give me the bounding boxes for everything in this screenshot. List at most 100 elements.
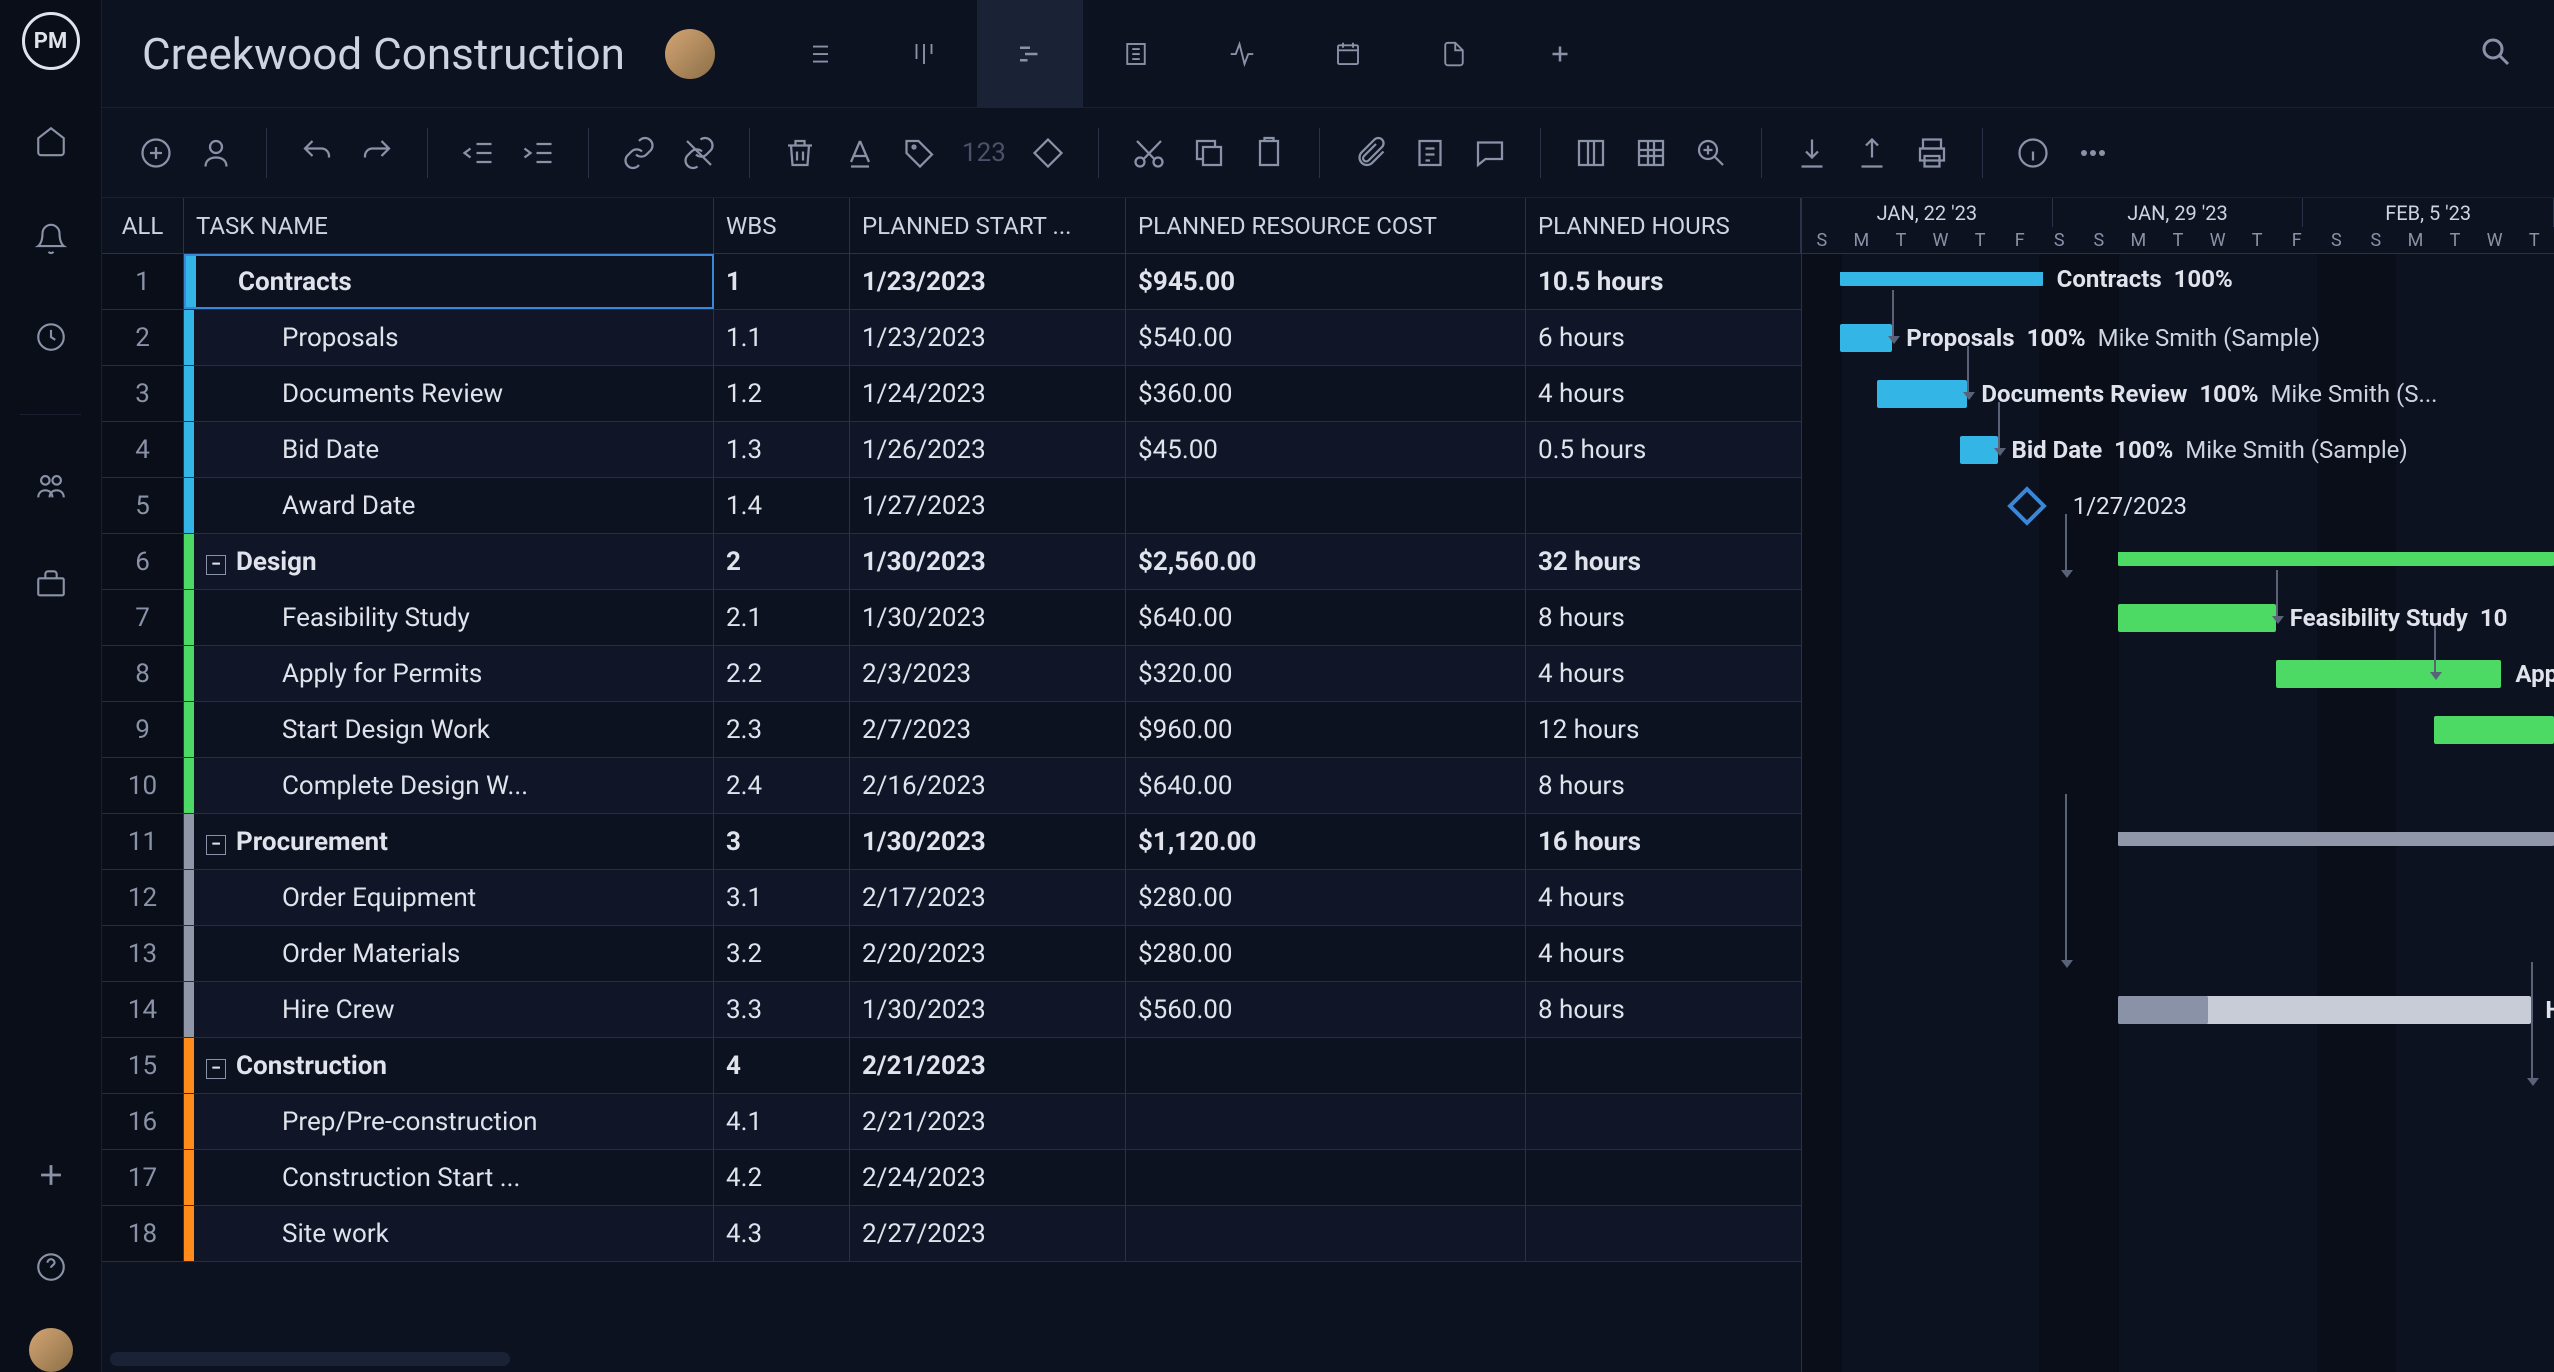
- zoom-icon[interactable]: [1693, 135, 1729, 171]
- col-header-start[interactable]: PLANNED START ...: [850, 198, 1126, 253]
- help-icon[interactable]: [30, 1246, 72, 1288]
- cell-start[interactable]: 1/23/2023: [850, 254, 1126, 309]
- cell-task-name[interactable]: Award Date: [184, 478, 714, 533]
- cell-start[interactable]: 1/26/2023: [850, 422, 1126, 477]
- cell-cost[interactable]: [1126, 1150, 1526, 1205]
- gantt-task-bar[interactable]: Bid Date100%Mike Smith (Sample): [1960, 436, 1998, 464]
- cell-hours[interactable]: 12 hours: [1526, 702, 1801, 757]
- gantt-summary-bar[interactable]: Contracts100%: [1840, 272, 2043, 286]
- cell-wbs[interactable]: 3.1: [714, 870, 850, 925]
- table-row[interactable]: 2Proposals1.11/23/2023$540.006 hours: [102, 310, 1801, 366]
- table-row[interactable]: 6−Design21/30/2023$2,560.0032 hours: [102, 534, 1801, 590]
- cell-hours[interactable]: 6 hours: [1526, 310, 1801, 365]
- view-activity-icon[interactable]: [1189, 0, 1295, 108]
- recent-icon[interactable]: [30, 316, 72, 358]
- cell-task-name[interactable]: Proposals: [184, 310, 714, 365]
- cell-hours[interactable]: [1526, 1038, 1801, 1093]
- table-row[interactable]: 4Bid Date1.31/26/2023$45.000.5 hours: [102, 422, 1801, 478]
- col-header-cost[interactable]: PLANNED RESOURCE COST: [1126, 198, 1526, 253]
- gantt-summary-bar[interactable]: [2118, 552, 2554, 566]
- redo-icon[interactable]: [359, 135, 395, 171]
- app-logo[interactable]: PM: [22, 12, 80, 70]
- gantt-task-bar[interactable]: Feasibility Study10: [2118, 604, 2276, 632]
- info-icon[interactable]: [2015, 135, 2051, 171]
- cell-start[interactable]: 2/20/2023: [850, 926, 1126, 981]
- export-icon[interactable]: [1854, 135, 1890, 171]
- attach-icon[interactable]: [1352, 135, 1388, 171]
- cell-cost[interactable]: $320.00: [1126, 646, 1526, 701]
- gantt-task-bar[interactable]: Apply f: [2276, 660, 2502, 688]
- cell-hours[interactable]: 10.5 hours: [1526, 254, 1801, 309]
- table-row[interactable]: 14Hire Crew3.31/30/2023$560.008 hours: [102, 982, 1801, 1038]
- collapse-icon[interactable]: −: [206, 1059, 226, 1079]
- more-icon[interactable]: [2075, 135, 2111, 171]
- cell-cost[interactable]: $1,120.00: [1126, 814, 1526, 869]
- table-row[interactable]: 9Start Design Work2.32/7/2023$960.0012 h…: [102, 702, 1801, 758]
- diamond-icon[interactable]: [1030, 135, 1066, 171]
- cell-wbs[interactable]: 1.1: [714, 310, 850, 365]
- cell-start[interactable]: 2/3/2023: [850, 646, 1126, 701]
- collapse-icon[interactable]: −: [206, 835, 226, 855]
- cell-cost[interactable]: $945.00: [1126, 254, 1526, 309]
- table-row[interactable]: 7Feasibility Study2.11/30/2023$640.008 h…: [102, 590, 1801, 646]
- delete-icon[interactable]: [782, 135, 818, 171]
- table-row[interactable]: 1Contracts11/23/2023$945.0010.5 hours: [102, 254, 1801, 310]
- cell-start[interactable]: 2/27/2023: [850, 1206, 1126, 1261]
- view-add-icon[interactable]: [1507, 0, 1613, 108]
- cell-cost[interactable]: $540.00: [1126, 310, 1526, 365]
- cell-hours[interactable]: [1526, 478, 1801, 533]
- indent-icon[interactable]: [520, 135, 556, 171]
- cell-wbs[interactable]: 4: [714, 1038, 850, 1093]
- cell-task-name[interactable]: −Design: [184, 534, 714, 589]
- cell-cost[interactable]: $280.00: [1126, 926, 1526, 981]
- cell-start[interactable]: 2/17/2023: [850, 870, 1126, 925]
- cell-wbs[interactable]: 4.1: [714, 1094, 850, 1149]
- table-row[interactable]: 12Order Equipment3.12/17/2023$280.004 ho…: [102, 870, 1801, 926]
- col-header-name[interactable]: TASK NAME: [184, 198, 714, 253]
- team-icon[interactable]: [30, 465, 72, 507]
- cell-cost[interactable]: $560.00: [1126, 982, 1526, 1037]
- cell-hours[interactable]: 0.5 hours: [1526, 422, 1801, 477]
- cell-cost[interactable]: [1126, 478, 1526, 533]
- cell-cost[interactable]: [1126, 1038, 1526, 1093]
- cell-task-name[interactable]: −Construction: [184, 1038, 714, 1093]
- col-header-hours[interactable]: PLANNED HOURS: [1526, 198, 1801, 253]
- comment-icon[interactable]: [1472, 135, 1508, 171]
- bell-icon[interactable]: [30, 218, 72, 260]
- cell-cost[interactable]: $2,560.00: [1126, 534, 1526, 589]
- link-icon[interactable]: [621, 135, 657, 171]
- home-icon[interactable]: [30, 120, 72, 162]
- gantt-task-bar[interactable]: Proposals100%Mike Smith (Sample): [1840, 324, 1893, 352]
- cell-wbs[interactable]: 3.3: [714, 982, 850, 1037]
- cell-start[interactable]: 2/21/2023: [850, 1038, 1126, 1093]
- tag-icon[interactable]: [902, 135, 938, 171]
- view-list-icon[interactable]: [765, 0, 871, 108]
- cell-wbs[interactable]: 1: [714, 254, 850, 309]
- cell-wbs[interactable]: 2.4: [714, 758, 850, 813]
- table-row[interactable]: 3Documents Review1.21/24/2023$360.004 ho…: [102, 366, 1801, 422]
- cell-hours[interactable]: 4 hours: [1526, 646, 1801, 701]
- cell-task-name[interactable]: Order Equipment: [184, 870, 714, 925]
- cell-wbs[interactable]: 1.3: [714, 422, 850, 477]
- columns-icon[interactable]: [1573, 135, 1609, 171]
- cell-wbs[interactable]: 2.3: [714, 702, 850, 757]
- view-sheet-icon[interactable]: [1083, 0, 1189, 108]
- col-header-all[interactable]: ALL: [102, 198, 184, 253]
- cell-wbs[interactable]: 2: [714, 534, 850, 589]
- copy-icon[interactable]: [1191, 135, 1227, 171]
- gantt-summary-bar[interactable]: [2118, 832, 2554, 846]
- cell-task-name[interactable]: Feasibility Study: [184, 590, 714, 645]
- add-icon[interactable]: [30, 1154, 72, 1196]
- cell-hours[interactable]: 8 hours: [1526, 590, 1801, 645]
- outdent-icon[interactable]: [460, 135, 496, 171]
- cell-hours[interactable]: [1526, 1150, 1801, 1205]
- table-row[interactable]: 16Prep/Pre-construction4.12/21/2023: [102, 1094, 1801, 1150]
- briefcase-icon[interactable]: [30, 563, 72, 605]
- cell-start[interactable]: 2/24/2023: [850, 1150, 1126, 1205]
- cell-start[interactable]: 2/16/2023: [850, 758, 1126, 813]
- table-row[interactable]: 11−Procurement31/30/2023$1,120.0016 hour…: [102, 814, 1801, 870]
- table-row[interactable]: 17Construction Start ...4.22/24/2023: [102, 1150, 1801, 1206]
- cell-wbs[interactable]: 1.4: [714, 478, 850, 533]
- table-row[interactable]: 5Award Date1.41/27/2023: [102, 478, 1801, 534]
- cell-hours[interactable]: 16 hours: [1526, 814, 1801, 869]
